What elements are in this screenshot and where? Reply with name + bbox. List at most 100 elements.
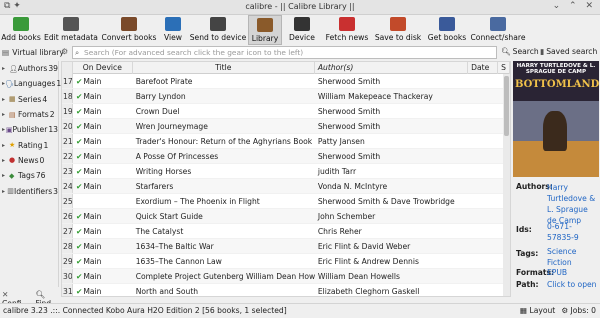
author-cell: John Schember [317,212,376,221]
sidebar-item-series[interactable]: ▸ ▦ Series 4 [0,92,58,107]
connect-share-button[interactable]: Connect/share [470,15,526,45]
expand-arrow-icon[interactable]: ▸ [2,142,9,149]
configure-button[interactable]: ✕ Confi [2,290,30,308]
sidebar-item-label: Tags [18,171,35,181]
sidebar-item-rating[interactable]: ▸ ★ Rating 1 [0,137,58,152]
title-cell: Trader's Honour: Return of the Aghyrians… [135,137,315,146]
search-button[interactable]: 🔍︎ Search [501,47,539,56]
tags-label: Tags: [516,249,539,258]
window-controls[interactable]: ⌄ ⌃ ✕ [553,1,596,11]
device-button[interactable]: Device [282,15,322,45]
library-button[interactable]: Library [248,15,282,45]
table-row[interactable]: 25 Exordium – The Phoenix in Flight Sherwo… [62,194,510,209]
on-device-cell: ✔Main [73,164,133,178]
expand-arrow-icon[interactable]: ▸ [2,96,9,103]
table-row[interactable]: 31 ✔Main North and South Elizabeth Cleghorn… [62,284,510,296]
sidebar-item-languages[interactable]: ▸ 🗣︎ Languages 1 [0,76,61,91]
table-row[interactable]: 17 ✔Main Barefoot Pirate Sherwood Smith [62,74,510,89]
convert-books-button[interactable]: Convert books [100,15,158,45]
identifiers-icon: ▥ [7,187,14,196]
table-row[interactable]: 22 ✔Main A Posse Of Princesses Sherwood Smi… [62,149,510,164]
expand-arrow-icon[interactable]: ▸ [2,65,9,72]
sidebar-item-identifiers[interactable]: ▸ ▥ Identifiers 3 [0,183,58,198]
search-bar: ▤ Virtual library ⚙ ⌕ Search (For advanc… [0,45,600,60]
on-device-value: Main [83,122,102,131]
search-input[interactable]: ⌕ Search (For advanced search click the … [72,46,497,59]
formats-value[interactable]: EPUB [547,268,567,277]
table-row[interactable]: 29 ✔Main 1635–The Cannon Law Eric Flint & A… [62,254,510,269]
sidebar-item-news[interactable]: ▸ ● News 0 [0,153,58,168]
title-cell: 1634–The Baltic War [135,242,214,251]
sidebar-item-formats[interactable]: ▸ ▤ Formats 2 [0,107,58,122]
news-icon: ● [9,156,16,165]
title-cell: 1635–The Cannon Law [135,257,222,266]
layout-button[interactable]: ▦ Layout [520,304,555,318]
toolbar-label: Add books [1,33,41,42]
author-cell: Eric Flint & Andrew Dennis [317,257,419,266]
row-number: 25 [62,194,73,208]
configure-icon: ✕ [2,290,9,299]
expand-arrow-icon[interactable]: ▸ [2,111,9,118]
table-row[interactable]: 26 ✔Main Quick Start Guide John Schember [62,209,510,224]
book-list-body: 17 ✔Main Barefoot Pirate Sherwood Smith 18 ✔M… [62,74,510,296]
table-row[interactable]: 18 ✔Main Barry Lyndon William Makepeace Tha… [62,89,510,104]
get-books-button[interactable]: Get books [424,15,470,45]
expand-arrow-icon[interactable]: ▸ [2,172,9,179]
formats-icon: ▤ [9,110,16,119]
view-button[interactable]: View [158,15,188,45]
toolbar-label: Get books [427,33,467,42]
table-row[interactable]: 23 ✔Main Writing Horses judith Tarr [62,164,510,179]
table-row[interactable]: 24 ✔Main Starfarers Vonda N. McIntyre [62,179,510,194]
find-button[interactable]: 🔍︎Find [36,290,60,308]
toolbar-label: Convert books [101,33,157,42]
on-device-check-icon: ✔ [75,92,83,101]
cover-author-text: HARRY TURTLEDOVE & L. SPRAGUE DE CAMP [516,63,596,75]
sidebar-item-count: 39 [48,64,58,74]
send-to-device-button[interactable]: Send to device [188,15,248,45]
sidebar-item-authors[interactable]: ▸ 👤︎ Authors 39 [0,61,58,76]
on-device-check-icon: ✔ [75,122,83,131]
add-books-icon [13,17,29,31]
ids-value[interactable]: 0-671-57835-9 [547,221,587,243]
table-row[interactable]: 30 ✔Main Complete Project Gutenberg Willia… [62,269,510,284]
scrollbar-thumb[interactable] [504,76,509,136]
jobs-indicator[interactable]: ⚙ Jobs: 0 [561,304,596,318]
book-cover[interactable]: HARRY TURTLEDOVE & L. SPRAGUE DE CAMP BO… [513,61,599,177]
sidebar-item-publisher[interactable]: ▸ ▣ Publisher 13 [0,122,58,137]
table-row[interactable]: 21 ✔Main Trader's Honour: Return of the Ag… [62,134,510,149]
toolbar-label: Device [289,33,315,42]
authors-value[interactable]: Harry Turtledove & L. Sprague de Camp [547,182,599,226]
column-header[interactable]: Title [133,62,315,74]
main-toolbar: Add books Edit metadata Convert books View S… [0,15,600,45]
fetch-news-button[interactable]: Fetch news [322,15,372,45]
saved-search-button[interactable]: ▮ Saved search [540,47,597,56]
sidebar-item-tags[interactable]: ▸ ◆ Tags 76 [0,168,58,183]
column-header[interactable]: Date [468,62,499,74]
date-cell [468,224,498,238]
on-device-cell: ✔Main [73,104,133,118]
column-header[interactable]: On Device [73,62,133,74]
date-cell [468,74,498,88]
table-row[interactable]: 19 ✔Main Crown Duel Sherwood Smith [62,104,510,119]
status-text: calibre 3.23 .::. Connected Kobo Aura H2… [3,306,287,315]
date-cell [468,149,498,163]
book-list-scrollbar[interactable] [503,74,510,296]
author-cell: judith Tarr [317,167,357,176]
column-header[interactable]: S [498,62,510,74]
table-row[interactable]: 27 ✔Main The Catalyst Chris Reher [62,224,510,239]
expand-arrow-icon[interactable]: ▸ [2,157,9,164]
gear-icon[interactable]: ⚙ [61,47,68,56]
table-row[interactable]: 20 ✔Main Wren Journeymage Sherwood Smith [62,119,510,134]
save-to-disk-button[interactable]: Save to disk [372,15,424,45]
column-header[interactable]: Author(s) [315,62,469,74]
on-device-value: Main [83,287,102,296]
path-value[interactable]: Click to open [547,280,597,289]
edit-metadata-button[interactable]: Edit metadata [42,15,100,45]
virtual-library-button[interactable]: ▤ Virtual library [0,45,68,60]
on-device-check-icon: ✔ [75,182,83,191]
tags-value[interactable]: Science Fiction [547,246,589,268]
on-device-value: Main [83,107,102,116]
sidebar-item-label: Rating [18,140,43,150]
table-row[interactable]: 28 ✔Main 1634–The Baltic War Eric Flint & D… [62,239,510,254]
add-books-button[interactable]: Add books [0,15,42,45]
